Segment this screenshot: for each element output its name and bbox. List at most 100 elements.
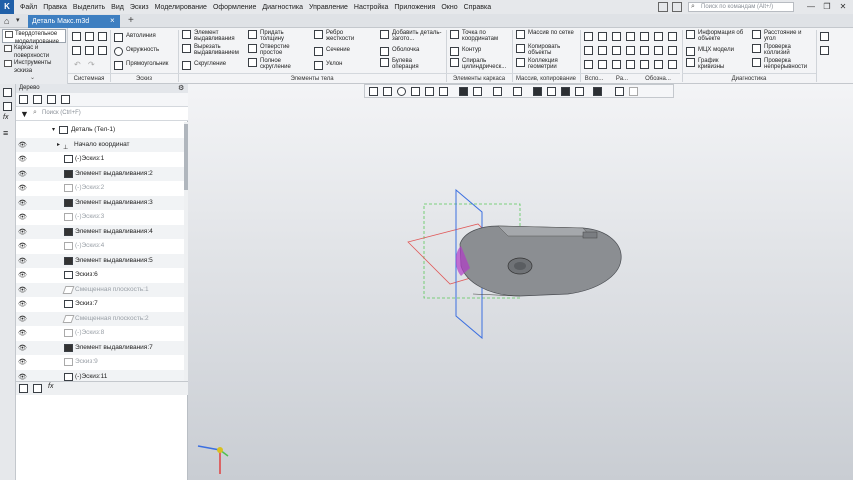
draft-button[interactable]: Уклон <box>314 61 342 70</box>
mode-wireframe-surfaces[interactable]: Каркас и поверхности <box>2 44 66 59</box>
tree-row[interactable]: 👁 Эскиз:7 <box>16 297 184 312</box>
tree-panel-icon[interactable] <box>3 88 12 97</box>
tree-structure-icon[interactable] <box>19 95 28 104</box>
aux-point-icon[interactable] <box>584 60 593 69</box>
expand-arrow-icon[interactable]: ▾ <box>52 123 55 137</box>
command-search-input[interactable]: ⌕ Поиск по командам (Alt+/) <box>688 2 794 12</box>
menu-file[interactable]: Файл <box>20 4 37 11</box>
visibility-icon[interactable]: 👁 <box>18 171 27 178</box>
3d-viewport[interactable] <box>188 84 853 480</box>
tree-row[interactable]: 👁 Смещенная плоскость:1 <box>16 282 184 297</box>
tree-row[interactable]: 👁 (-)Эскиз:3 <box>16 210 184 225</box>
rectangle-button[interactable]: Прямоугольник <box>114 61 168 70</box>
distance-angle-button[interactable]: Расстояние и угол <box>752 30 812 42</box>
aux-plane-icon[interactable] <box>584 32 593 41</box>
visibility-icon[interactable]: 👁 <box>18 359 27 366</box>
visibility-icon[interactable]: 👁 <box>18 229 27 236</box>
tree-row[interactable]: 👁 ▸ ⊥ Начало координат <box>16 137 184 152</box>
visibility-icon[interactable]: 👁 <box>18 156 27 163</box>
menu-edit[interactable]: Правка <box>43 4 67 11</box>
visibility-icon[interactable]: 👁 <box>18 301 27 308</box>
simple-hole-button[interactable]: Отверстие простое <box>248 44 306 56</box>
redo-icon[interactable]: ↷ <box>88 60 95 69</box>
menu-help[interactable]: Справка <box>464 4 491 11</box>
tree-row[interactable]: ▾ Деталь (Тел-1) <box>16 123 184 138</box>
angle-dimension-icon[interactable] <box>612 46 621 55</box>
menu-sketch[interactable]: Эскиз <box>130 4 149 11</box>
home-icon[interactable]: ⌂ <box>4 16 14 26</box>
tree-filter-icon[interactable] <box>61 95 70 104</box>
visibility-icon[interactable]: 👁 <box>18 345 27 352</box>
variables-fx-icon[interactable]: fx <box>48 383 53 390</box>
variables-fx-icon[interactable]: fx <box>3 114 8 121</box>
tree-history-icon[interactable] <box>33 95 42 104</box>
grid-array-button[interactable]: Массив по сетке <box>516 30 576 39</box>
print-icon[interactable] <box>72 46 81 55</box>
visibility-icon[interactable]: 👁 <box>18 374 27 381</box>
menu-settings[interactable]: Настройка <box>354 4 388 11</box>
visibility-icon[interactable]: 👁 <box>18 330 27 337</box>
tree-row[interactable]: 👁 (-)Эскиз:4 <box>16 239 184 254</box>
minimize-button[interactable]: — <box>804 1 818 13</box>
section-button[interactable]: Сечение <box>314 47 350 56</box>
visibility-icon[interactable]: 👁 <box>18 214 27 221</box>
symbol-icon[interactable] <box>668 32 677 41</box>
helix-button[interactable]: Спираль цилиндрическ... <box>450 58 512 70</box>
collision-check-button[interactable]: Проверка коллизий <box>752 44 812 56</box>
radius-dimension-icon[interactable] <box>612 60 621 69</box>
tree-row[interactable]: 👁 Элемент выдавливания:2 <box>16 166 184 181</box>
collapse-icon[interactable]: ⌄ <box>30 74 35 81</box>
add-blank-button[interactable]: Добавить деталь-загото... <box>380 30 442 42</box>
boolean-button[interactable]: Булева операция <box>380 58 434 70</box>
tree-row[interactable]: 👁 Элемент выдавливания:7 <box>16 340 184 355</box>
geometry-collection-button[interactable]: Коллекция геометрии <box>516 58 576 70</box>
tree-row[interactable]: 👁 Элемент выдавливания:4 <box>16 224 184 239</box>
tree-view-icon[interactable] <box>19 384 28 393</box>
tree-row[interactable]: 👁 Смещенная плоскость:2 <box>16 311 184 326</box>
circle-button[interactable]: Окружность <box>114 47 159 56</box>
layout-icon[interactable] <box>598 60 607 69</box>
filter-icon[interactable]: ▼ <box>20 109 29 119</box>
continuity-check-button[interactable]: Проверка непрерывности <box>752 58 816 70</box>
tree-row[interactable]: 👁 Элемент выдавливания:3 <box>16 195 184 210</box>
extrude-button[interactable]: Элемент выдавливания <box>182 30 244 42</box>
fillet-button[interactable]: Скругление <box>182 61 226 70</box>
properties-panel-icon[interactable] <box>3 102 12 111</box>
autoline-button[interactable]: Автолиния <box>114 33 156 42</box>
chevron-down-icon[interactable]: ▾ <box>16 17 24 25</box>
mode-solid-modeling[interactable]: Твердотельное моделирование <box>2 29 66 45</box>
app-logo-icon[interactable]: K <box>0 0 14 14</box>
tree-search-input[interactable]: Поиск (Ctrl+F) <box>42 110 81 116</box>
roughness-icon[interactable] <box>626 60 635 69</box>
copy-icon[interactable] <box>85 46 94 55</box>
text-icon[interactable] <box>654 60 663 69</box>
tree-sort-icon[interactable] <box>47 95 56 104</box>
tree-row[interactable]: 👁 (-)Эскиз:11 <box>16 369 184 382</box>
designation-icon[interactable] <box>626 32 635 41</box>
visibility-icon[interactable]: 👁 <box>18 272 27 279</box>
menu-apps[interactable]: Приложения <box>394 4 435 11</box>
mode-sketch-tools[interactable]: Инструменты эскиза <box>2 59 66 74</box>
sheet-icon[interactable] <box>598 46 607 55</box>
menu-formatting[interactable]: Оформление <box>213 4 256 11</box>
curvature-graph-button[interactable]: График кривизны <box>686 58 742 70</box>
contour-button[interactable]: Контур <box>450 47 481 56</box>
new-tab-button[interactable]: + <box>128 15 138 27</box>
visibility-icon[interactable]: 👁 <box>18 243 27 250</box>
thread-icon[interactable] <box>626 46 635 55</box>
visibility-icon[interactable]: 👁 <box>18 200 27 207</box>
thicken-button[interactable]: Придать толщину <box>248 30 306 42</box>
expand-arrow-icon[interactable]: ▸ <box>57 138 60 152</box>
visibility-icon[interactable]: 👁 <box>18 258 27 265</box>
point-coords-button[interactable]: Точка по координатам <box>450 30 510 42</box>
copy-objects-button[interactable]: Копировать объекты <box>516 44 576 56</box>
tree-row[interactable]: 👁 Эскиз:6 <box>16 268 184 283</box>
mark-icon[interactable] <box>654 32 663 41</box>
tolerance-icon[interactable] <box>640 46 649 55</box>
menu-control[interactable]: Управление <box>309 4 348 11</box>
cut-extrude-button[interactable]: Вырезать выдавливанием <box>182 44 244 56</box>
note-icon[interactable] <box>668 46 677 55</box>
gear-icon[interactable]: ⚙ <box>178 84 184 93</box>
leader-icon[interactable] <box>640 32 649 41</box>
restore-button[interactable]: ❐ <box>820 1 834 13</box>
